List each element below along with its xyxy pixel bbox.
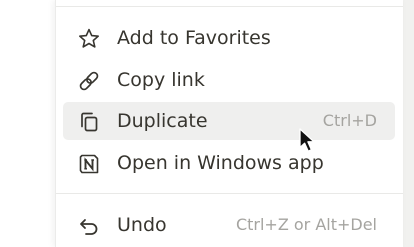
star-icon (77, 27, 101, 51)
undo-shortcut: Ctrl+Z or Alt+Del (235, 215, 377, 234)
duplicate-shortcut: Ctrl+D (322, 111, 377, 130)
scrollbar-track[interactable] (402, 0, 414, 247)
open-in-windows-app-item[interactable]: Open in Windows app (63, 144, 395, 182)
duplicate-item[interactable]: Duplicate Ctrl+D (63, 102, 395, 140)
undo-icon (77, 214, 101, 238)
menu-divider (56, 193, 403, 194)
context-menu: Add to Favorites Copy link Duplicate Ctr… (55, 0, 403, 247)
notion-app-icon (77, 152, 101, 176)
mouse-pointer-icon (299, 128, 321, 156)
add-to-favorites-item[interactable]: Add to Favorites (63, 19, 395, 57)
open-in-windows-app-label: Open in Windows app (117, 152, 324, 174)
undo-item[interactable]: Undo Ctrl+Z or Alt+Del (63, 206, 395, 244)
undo-label: Undo (117, 214, 167, 236)
duplicate-label: Duplicate (117, 110, 208, 132)
link-icon (77, 69, 101, 93)
background-left (0, 0, 55, 247)
copy-link-item[interactable]: Copy link (63, 61, 395, 99)
duplicate-icon (77, 110, 101, 134)
menu-divider-top (56, 6, 403, 7)
add-to-favorites-label: Add to Favorites (117, 27, 271, 49)
copy-link-label: Copy link (117, 69, 205, 91)
